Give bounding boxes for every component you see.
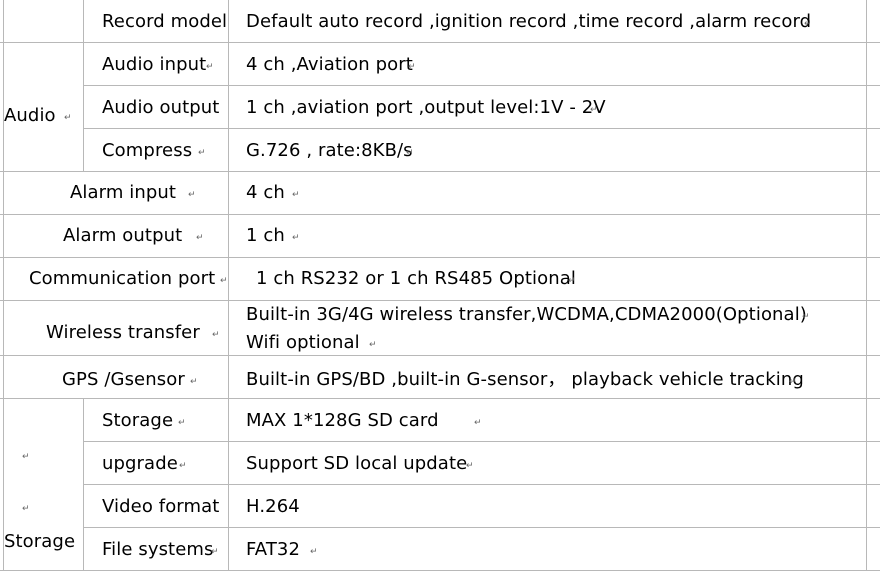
gps-gsensor-value: Built-in GPS/BD ,built-in G-sensor， play… [246,369,804,390]
grid-line [0,214,880,215]
spec-table: Record model Default auto record ,igniti… [0,0,880,575]
video-format-value: H.264 [246,496,300,517]
grid-line [228,0,229,571]
paragraph-mark-icon: ↵ [369,340,377,350]
grid-line [0,300,880,301]
alarm-input-label: Alarm input [70,182,177,203]
storage-group-label: Storage [4,531,76,552]
wireless-transfer-value-line2: Wifi optional [246,332,360,353]
paragraph-mark-icon: ↵ [22,504,30,514]
grid-line [0,398,880,399]
communication-port-label: Communication port [29,268,216,289]
paragraph-mark-icon: ↵ [292,190,300,200]
grid-line [0,355,880,356]
audio-input-label: Audio input [102,54,207,75]
paragraph-mark-icon: ↵ [466,461,474,471]
paragraph-mark-icon: ↵ [198,148,206,158]
gps-gsensor-label: GPS /Gsensor [62,369,185,390]
grid-line [83,398,84,571]
audio-output-value: 1 ch ,aviation port ,output level:1V - 2… [246,97,606,118]
paragraph-mark-icon: ↵ [292,233,300,243]
paragraph-mark-icon: ↵ [179,461,187,471]
grid-line [83,0,84,171]
file-systems-value: FAT32 [246,539,301,560]
record-model-value: Default auto record ,ignition record ,ti… [246,11,812,32]
compress-value: G.726 , rate:8KB/s [246,140,413,161]
grid-line [866,0,867,571]
paragraph-mark-icon: ↵ [802,312,810,322]
grid-line [0,570,880,571]
paragraph-mark-icon: ↵ [568,276,576,286]
paragraph-mark-icon: ↵ [804,19,812,29]
alarm-output-value: 1 ch [246,225,285,246]
paragraph-mark-icon: ↵ [310,547,318,557]
paragraph-mark-icon: ↵ [590,105,598,115]
alarm-output-label: Alarm output [63,225,183,246]
communication-port-value: 1 ch RS232 or 1 ch RS485 Optional [256,268,576,289]
paragraph-mark-icon: ↵ [196,233,204,243]
audio-output-label: Audio output [102,97,220,118]
file-systems-label: File systems [102,539,214,560]
paragraph-mark-icon: ↵ [22,452,30,462]
paragraph-mark-icon: ↵ [206,62,214,72]
grid-line [0,171,880,172]
wireless-transfer-label: Wireless transfer [46,322,200,343]
grid-line [83,484,880,485]
paragraph-mark-icon: ↵ [211,547,219,557]
paragraph-mark-icon: ↵ [64,113,72,123]
grid-line [0,42,880,43]
compress-label: Compress [102,140,193,161]
upgrade-label: upgrade [102,453,178,474]
wireless-transfer-value-line1: Built-in 3G/4G wireless transfer,WCDMA,C… [246,304,807,325]
paragraph-mark-icon: ↵ [474,418,482,428]
paragraph-mark-icon: ↵ [190,377,198,387]
paragraph-mark-icon: ↵ [178,418,186,428]
grid-line [83,85,880,86]
grid-line [0,257,880,258]
grid-line [3,0,4,571]
record-model-label: Record model [102,11,228,32]
paragraph-mark-icon: ↵ [408,62,416,72]
alarm-input-value: 4 ch [246,182,285,203]
paragraph-mark-icon: ↵ [789,377,797,387]
grid-line [83,441,880,442]
video-format-label: Video format [102,496,220,517]
grid-line [83,527,880,528]
audio-group-label: Audio [4,105,56,126]
storage-label: Storage [102,410,174,431]
storage-value: MAX 1*128G SD card [246,410,439,431]
grid-line [83,128,880,129]
paragraph-mark-icon: ↵ [220,276,228,286]
upgrade-value: Support SD local update [246,453,468,474]
paragraph-mark-icon: ↵ [212,330,220,340]
paragraph-mark-icon: ↵ [188,190,196,200]
audio-input-value: 4 ch ,Aviation port [246,54,413,75]
paragraph-mark-icon: ↵ [406,148,414,158]
